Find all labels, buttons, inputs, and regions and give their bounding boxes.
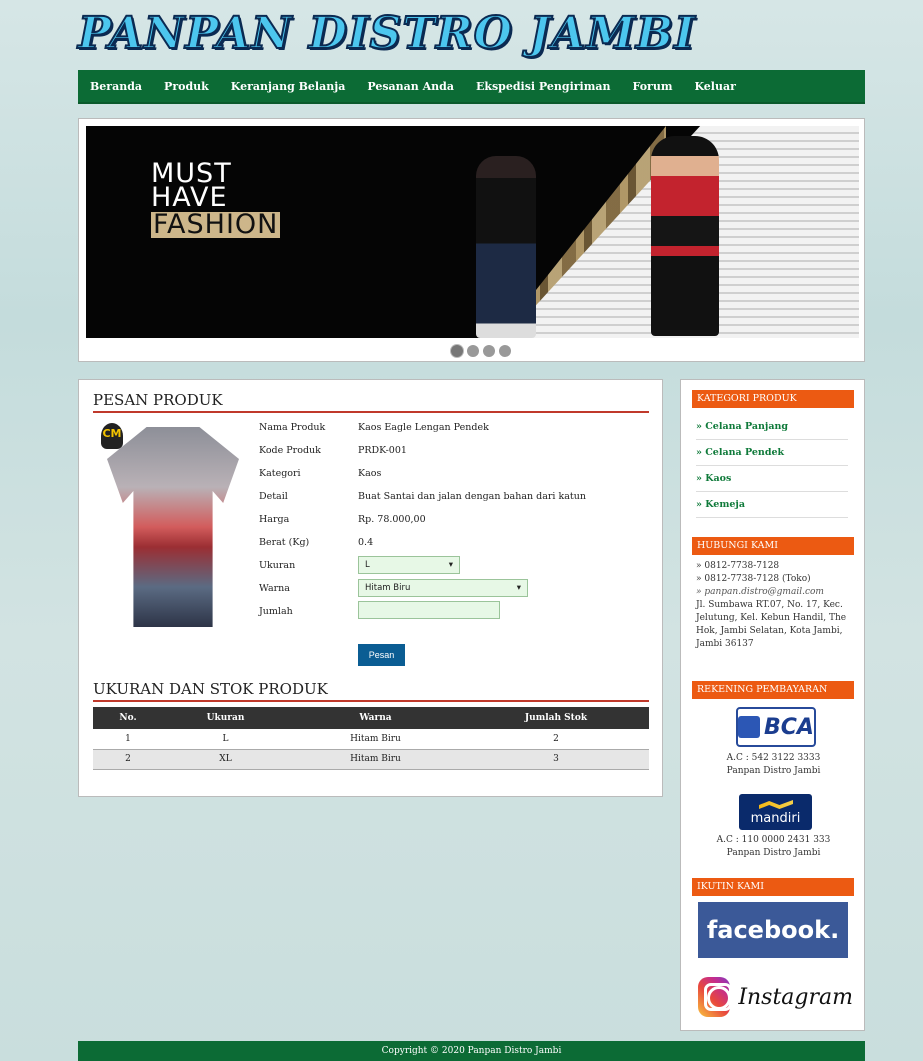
slider-dot-4[interactable] <box>499 345 511 357</box>
banner-slider: MUST HAVE FASHION <box>78 118 865 362</box>
field-value: Rp. 78.000,00 <box>358 514 426 525</box>
field-value: Kaos <box>358 468 382 479</box>
slider-dot-2[interactable] <box>467 345 479 357</box>
order-panel: PESAN PRODUK CM Nama Produk Kaos Eagle Le… <box>78 379 663 797</box>
nav-beranda[interactable]: Beranda <box>90 80 142 93</box>
product-image: CM <box>101 423 241 627</box>
instagram-wordmark: Instagram <box>738 984 853 1010</box>
sidebar: KATEGORI PRODUK » Celana Panjang » Celan… <box>680 379 865 1031</box>
table-row: 1 L Hitam Biru 2 <box>93 729 649 750</box>
payment-heading: REKENING PEMBAYARAN <box>692 681 854 699</box>
instagram-link[interactable]: Instagram <box>698 973 853 1021</box>
footer: Copyright © 2020 Panpan Distro Jambi <box>78 1041 865 1061</box>
mandiri-account-number: A.C : 110 0000 2431 333 <box>716 835 831 845</box>
slider-dot-3[interactable] <box>483 345 495 357</box>
category-link[interactable]: » Kaos <box>696 466 848 492</box>
field-value: PRDK-001 <box>358 445 407 456</box>
banner-line-2: HAVE <box>151 182 228 213</box>
field-label: Nama Produk <box>259 422 326 433</box>
category-link[interactable]: » Celana Panjang <box>696 414 848 440</box>
table-cell: 2 <box>93 749 163 770</box>
nav-pesanan[interactable]: Pesanan Anda <box>367 80 454 93</box>
field-label: Harga <box>259 514 290 525</box>
qty-input[interactable] <box>358 601 500 619</box>
mandiri-wave-icon <box>759 800 793 809</box>
bca-logo-text: BCA <box>764 714 814 740</box>
bca-emblem-icon <box>738 716 761 738</box>
mandiri-logo-text: mandiri <box>750 811 801 826</box>
contact-phone-store: » 0812-7738-7128 (Toko) <box>696 574 811 584</box>
chevron-down-icon: ▾ <box>448 560 453 570</box>
order-button[interactable]: Pesan <box>358 644 405 666</box>
slider-dot-1[interactable] <box>451 345 463 357</box>
field-label: Berat (Kg) <box>259 537 310 548</box>
mandiri-logo: mandiri <box>739 794 812 830</box>
table-cell: XL <box>163 749 288 770</box>
bca-account-number: A.C : 542 3122 3333 <box>726 753 821 763</box>
contact-heading: HUBUNGI KAMI <box>692 537 854 555</box>
chevron-down-icon: ▾ <box>516 583 521 593</box>
col-header: Ukuran <box>163 707 288 729</box>
banner-model-1 <box>476 156 536 338</box>
table-cell: Hitam Biru <box>288 749 463 770</box>
color-select[interactable]: Hitam Biru ▾ <box>358 579 528 597</box>
contact-email[interactable]: » panpan.distro@gmail.com <box>696 586 856 599</box>
facebook-link[interactable]: facebook. <box>698 902 848 958</box>
bca-account-name: Panpan Distro Jambi <box>726 766 821 776</box>
size-label: Ukuran <box>259 560 296 571</box>
size-selected: L <box>365 560 370 570</box>
site-logo[interactable]: PANPAN DISTRO JAMBI <box>77 7 696 60</box>
main-nav: Beranda Produk Keranjang Belanja Pesanan… <box>78 70 865 104</box>
category-link[interactable]: » Celana Pendek <box>696 440 848 466</box>
col-header: Warna <box>288 707 463 729</box>
nav-ekspedisi[interactable]: Ekspedisi Pengiriman <box>476 80 611 93</box>
field-value: Buat Santai dan jalan dengan bahan dari … <box>358 491 586 502</box>
nav-keluar[interactable]: Keluar <box>694 80 735 93</box>
bca-logo: BCA <box>736 707 816 747</box>
categories-heading: KATEGORI PRODUK <box>692 390 854 408</box>
banner-line-3: FASHION <box>151 209 281 240</box>
stock-table: No. Ukuran Warna Jumlah Stok 1 L Hitam B… <box>93 707 649 770</box>
size-select[interactable]: L ▾ <box>358 556 460 574</box>
banner-headline: MUST HAVE FASHION <box>151 160 281 240</box>
contact-phone: » 0812-7738-7128 <box>696 561 780 571</box>
category-link[interactable]: » Kemeja <box>696 492 848 518</box>
qty-label: Jumlah <box>259 606 293 617</box>
slider-dots <box>451 345 511 357</box>
stock-heading: UKURAN DAN STOK PRODUK <box>93 680 649 702</box>
banner-image[interactable]: MUST HAVE FASHION <box>86 126 859 338</box>
brand-logo: CM <box>101 423 123 449</box>
field-label: Kode Produk <box>259 445 321 456</box>
contact-address: Jl. Sumbawa RT.07, No. 17, Kec. Jelutung… <box>696 600 847 649</box>
nav-forum[interactable]: Forum <box>633 80 673 93</box>
field-value: 0.4 <box>358 537 374 548</box>
tshirt-image <box>107 427 239 627</box>
table-cell: L <box>163 729 288 750</box>
table-cell: 3 <box>463 749 649 770</box>
field-value: Kaos Eagle Lengan Pendek <box>358 422 489 433</box>
table-row: 2 XL Hitam Biru 3 <box>93 749 649 770</box>
instagram-icon <box>698 977 733 1017</box>
col-header: No. <box>93 707 163 729</box>
order-heading: PESAN PRODUK <box>93 391 649 413</box>
color-label: Warna <box>259 583 290 594</box>
table-cell: Hitam Biru <box>288 729 463 750</box>
banner-model-2 <box>651 136 719 336</box>
bca-account: A.C : 542 3122 3333 Panpan Distro Jambi <box>691 752 856 778</box>
table-cell: 2 <box>463 729 649 750</box>
table-cell: 1 <box>93 729 163 750</box>
follow-heading: IKUTIN KAMI <box>692 878 854 896</box>
color-selected: Hitam Biru <box>365 583 411 593</box>
field-label: Detail <box>259 491 288 502</box>
field-label: Kategori <box>259 468 301 479</box>
nav-keranjang[interactable]: Keranjang Belanja <box>231 80 346 93</box>
contact-info: » 0812-7738-7128 » 0812-7738-7128 (Toko)… <box>696 560 856 651</box>
col-header: Jumlah Stok <box>463 707 649 729</box>
mandiri-account-name: Panpan Distro Jambi <box>726 848 821 858</box>
nav-produk[interactable]: Produk <box>164 80 209 93</box>
mandiri-account: A.C : 110 0000 2431 333 Panpan Distro Ja… <box>691 834 856 860</box>
